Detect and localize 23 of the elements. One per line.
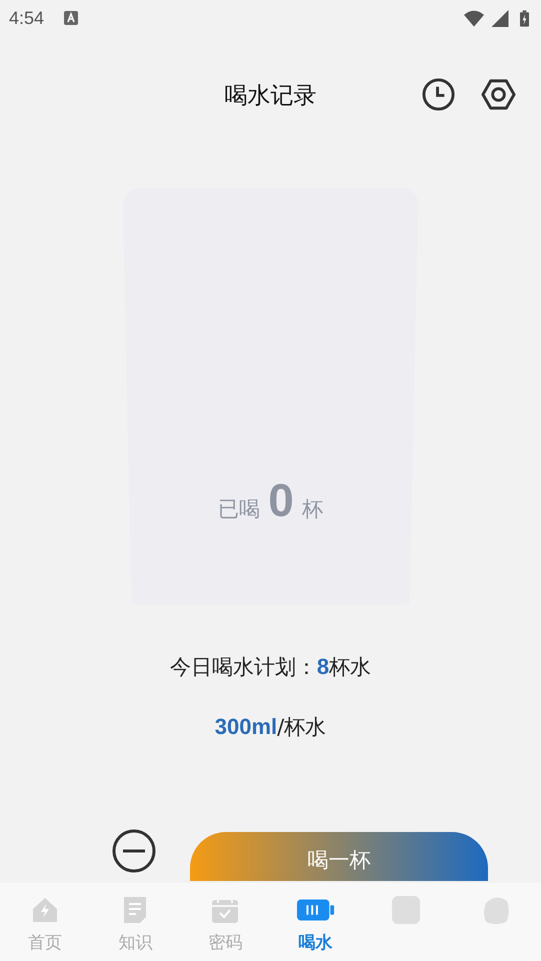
cup-unit: 杯 — [302, 496, 323, 523]
status-time: 4:54 — [9, 8, 44, 28]
settings-icon[interactable] — [481, 77, 516, 112]
plan-count: 8 — [316, 654, 330, 679]
drink-button[interactable]: 喝一杯 — [190, 832, 488, 881]
nav-tab[interactable]: 知识 — [90, 895, 180, 954]
volume-amount: 300ml — [214, 714, 278, 739]
history-icon[interactable] — [421, 77, 456, 112]
battery-icon — [520, 10, 529, 26]
cup-count: 0 — [268, 473, 294, 527]
plan-unit: 杯水 — [329, 655, 372, 679]
keyboard-icon — [64, 11, 78, 25]
wifi-icon — [464, 10, 484, 26]
plan-label: 今日喝水计划： — [170, 655, 317, 679]
page-title: 喝水记录 — [224, 82, 316, 110]
square-icon — [390, 895, 421, 925]
nav-tab[interactable]: 喝水 — [270, 895, 361, 954]
nav-tab[interactable]: 首页 — [0, 895, 90, 954]
signal-icon — [490, 10, 510, 26]
minus-icon[interactable] — [112, 829, 156, 873]
nav-tab[interactable]: 密码 — [180, 895, 271, 954]
volume-unit: /杯水 — [277, 715, 326, 739]
drunk-label: 已喝 — [218, 496, 260, 523]
